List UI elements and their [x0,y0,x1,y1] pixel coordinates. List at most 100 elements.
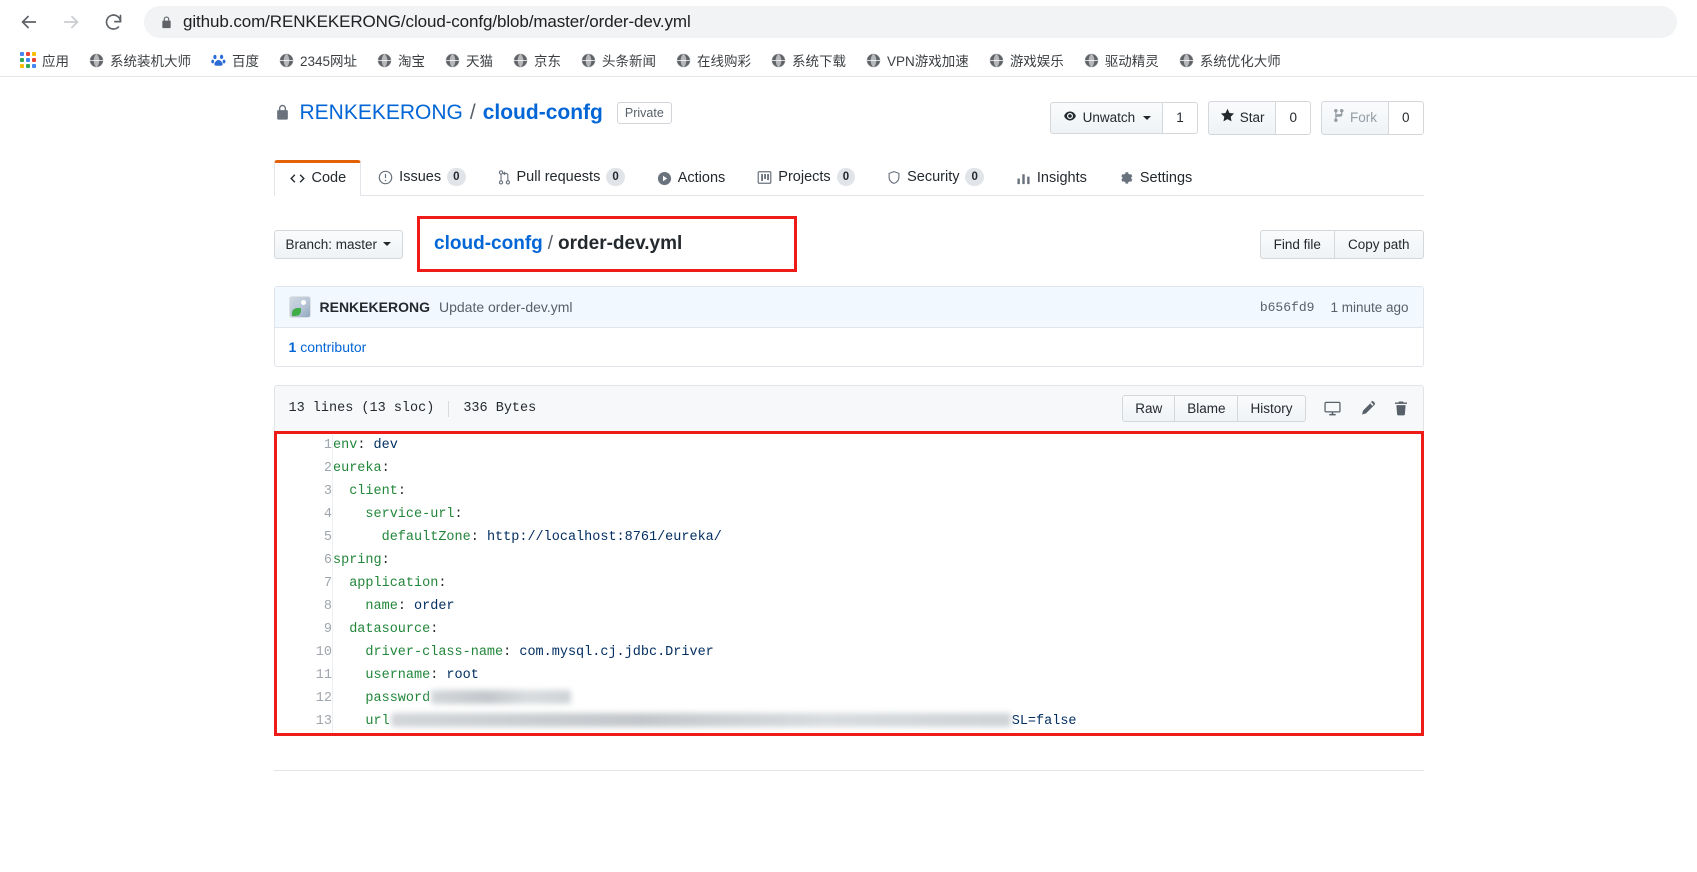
commit-meta: b656fd9 1 minute ago [1260,300,1409,315]
yaml-key: datasource [349,622,431,637]
file-blob: 13 lines (13 sloc) 336 Bytes Raw Blame H… [273,385,1424,736]
line-number[interactable]: 9 [276,618,333,641]
bookmark-item-0[interactable]: 应用 [10,48,79,72]
code-line: 1 env: dev [276,434,1421,457]
line-number[interactable]: 7 [276,572,333,595]
fork-button[interactable]: Fork [1320,101,1389,135]
tab-actions[interactable]: Actions [642,160,741,196]
line-number[interactable]: 6 [276,549,333,572]
bookmark-item-4[interactable]: 淘宝 [367,48,435,72]
commit-sha[interactable]: b656fd9 [1260,300,1315,315]
copy-path-button[interactable]: Copy path [1334,229,1424,259]
star-count[interactable]: 0 [1276,101,1311,135]
forward-button[interactable] [56,7,86,37]
line-number[interactable]: 3 [276,480,333,503]
pencil-icon[interactable] [1359,400,1376,417]
bookmark-label: 2345网址 [300,54,358,69]
tab-label: Code [311,170,347,186]
line-number[interactable]: 10 [276,641,333,664]
bookmark-item-10[interactable]: VPN游戏加速 [856,48,979,72]
star-label: Star [1239,110,1265,125]
line-number[interactable]: 5 [276,526,333,549]
repo-owner-link[interactable]: RENKEKERONG [300,99,463,126]
breadcrumb-separator: / [547,233,554,254]
device-desktop-icon[interactable] [1323,400,1342,417]
yaml-separator: : [470,530,487,545]
tab-settings[interactable]: Settings [1104,160,1207,196]
tab-insights[interactable]: Insights [1001,160,1102,196]
line-number[interactable]: 4 [276,503,333,526]
breadcrumb-filename: order-dev.yml [558,233,683,254]
bookmark-label: 驱动精灵 [1104,54,1159,69]
line-number[interactable]: 8 [276,595,333,618]
bookmark-item-5[interactable]: 天猫 [435,48,503,72]
trash-icon[interactable] [1393,400,1409,417]
bookmark-label: 头条新闻 [602,54,657,69]
tab-security[interactable]: Security 0 [872,158,999,196]
eye-icon [1062,109,1078,127]
bookmark-item-12[interactable]: 驱动精灵 [1074,48,1169,72]
star-button[interactable]: Star [1207,101,1277,135]
avatar [288,296,311,318]
tab-issues[interactable]: Issues 0 [363,158,480,196]
bookmark-label: 系统下载 [792,54,847,69]
reload-button[interactable] [98,7,128,37]
branch-selector[interactable]: Branch: master [273,229,404,259]
yaml-key: username [365,668,431,683]
globe-icon [1179,52,1194,68]
code-line: 10 driver-class-name: com.mysql.cj.jdbc.… [276,641,1421,664]
commit-message-link[interactable]: Update order-dev.yml [439,299,573,315]
bookmark-item-9[interactable]: 系统下载 [761,48,856,72]
line-content: spring: [333,549,1421,572]
code-line: 2 eureka: [276,457,1421,480]
watch-count[interactable]: 1 [1163,102,1198,134]
bookmark-item-1[interactable]: 系统装机大师 [79,48,201,72]
globe-icon [676,52,691,68]
breadcrumb-repo-link[interactable]: cloud-confg [434,233,543,255]
bookmark-label: 系统装机大师 [110,54,191,69]
blob-actions: Raw Blame History [1122,395,1408,422]
line-number[interactable]: 13 [276,710,333,733]
find-file-button[interactable]: Find file [1259,229,1335,259]
blame-button[interactable]: Blame [1175,395,1239,422]
unwatch-label: Unwatch [1082,110,1136,125]
line-number[interactable]: 12 [276,687,333,710]
globe-icon [1084,52,1099,68]
yaml-separator: : [454,507,463,522]
raw-button[interactable]: Raw [1122,395,1176,422]
history-button[interactable]: History [1238,395,1306,422]
bookmark-item-8[interactable]: 在线购彩 [666,48,761,72]
bookmark-item-6[interactable]: 京东 [503,48,571,72]
line-content: url SL=false [333,710,1421,733]
redacted-value [390,713,1011,728]
blob-meta: 13 lines (13 sloc) 336 Bytes [289,400,536,417]
tab-counter: 0 [836,168,856,186]
star-button-group: Star 0 [1207,101,1311,135]
bookmark-item-3[interactable]: 2345网址 [269,48,367,72]
tab-code[interactable]: Code [273,160,362,196]
fork-count[interactable]: 0 [1388,101,1424,135]
repo-name-link[interactable]: cloud-confg [483,99,603,126]
tab-projects[interactable]: Projects 0 [742,158,870,196]
address-bar[interactable]: github.com/RENKEKERONG/cloud-confg/blob/… [144,6,1677,38]
bookmark-item-2[interactable]: 百度 [201,48,269,72]
line-number[interactable]: 11 [276,664,333,687]
line-number[interactable]: 1 [276,434,333,457]
unwatch-button[interactable]: Unwatch [1049,102,1164,134]
play-icon [657,171,672,186]
bookmark-item-7[interactable]: 头条新闻 [571,48,666,72]
tab-pull-requests[interactable]: Pull requests 0 [483,158,640,196]
commit-author-link[interactable]: RENKEKERONG [320,299,430,315]
tab-label: Settings [1139,170,1193,186]
bookmark-item-13[interactable]: 系统优化大师 [1169,48,1291,72]
back-button[interactable] [14,7,44,37]
contributors-link[interactable]: 1 contributor [289,339,367,355]
line-number[interactable]: 2 [276,457,333,480]
bookmark-label: 应用 [42,54,69,69]
bookmark-item-11[interactable]: 游戏娱乐 [979,48,1074,72]
yaml-value: SL=false [1011,714,1077,729]
status-badge: Private [616,101,672,124]
code-table: 1 env: dev 2 eureka: 3 client: 4 service-url:… [276,434,1421,733]
code-block-highlight-region: 1 env: dev 2 eureka: 3 client: 4 service-url:… [273,431,1424,736]
bookmark-label: 淘宝 [398,54,426,69]
